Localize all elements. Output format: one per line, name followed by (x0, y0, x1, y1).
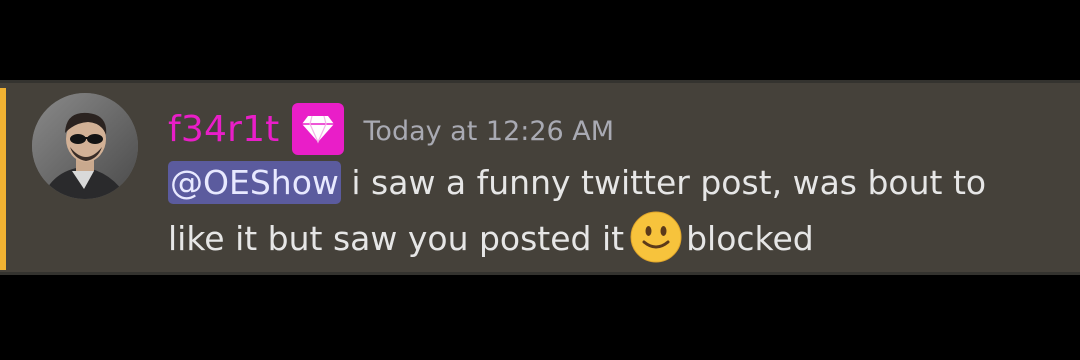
user-avatar[interactable] (32, 93, 138, 199)
diamond-icon[interactable] (291, 103, 344, 155)
message-text-end: blocked (686, 219, 814, 258)
mention-highlight-bar (0, 88, 6, 270)
message-timestamp[interactable]: Today at 12:26 AM (364, 116, 615, 147)
user-mention[interactable]: @OEShow (168, 161, 341, 204)
chat-message[interactable]: f34r1t Today at 12:26 AM @OEShow i saw a… (0, 80, 1080, 275)
username[interactable]: f34r1t (168, 109, 280, 150)
message-header: f34r1t Today at 12:26 AM (168, 101, 614, 157)
slightly-smiling-face-emoji[interactable] (630, 211, 682, 263)
message-content: @OEShow i saw a funny twitter post, was … (168, 155, 1048, 267)
